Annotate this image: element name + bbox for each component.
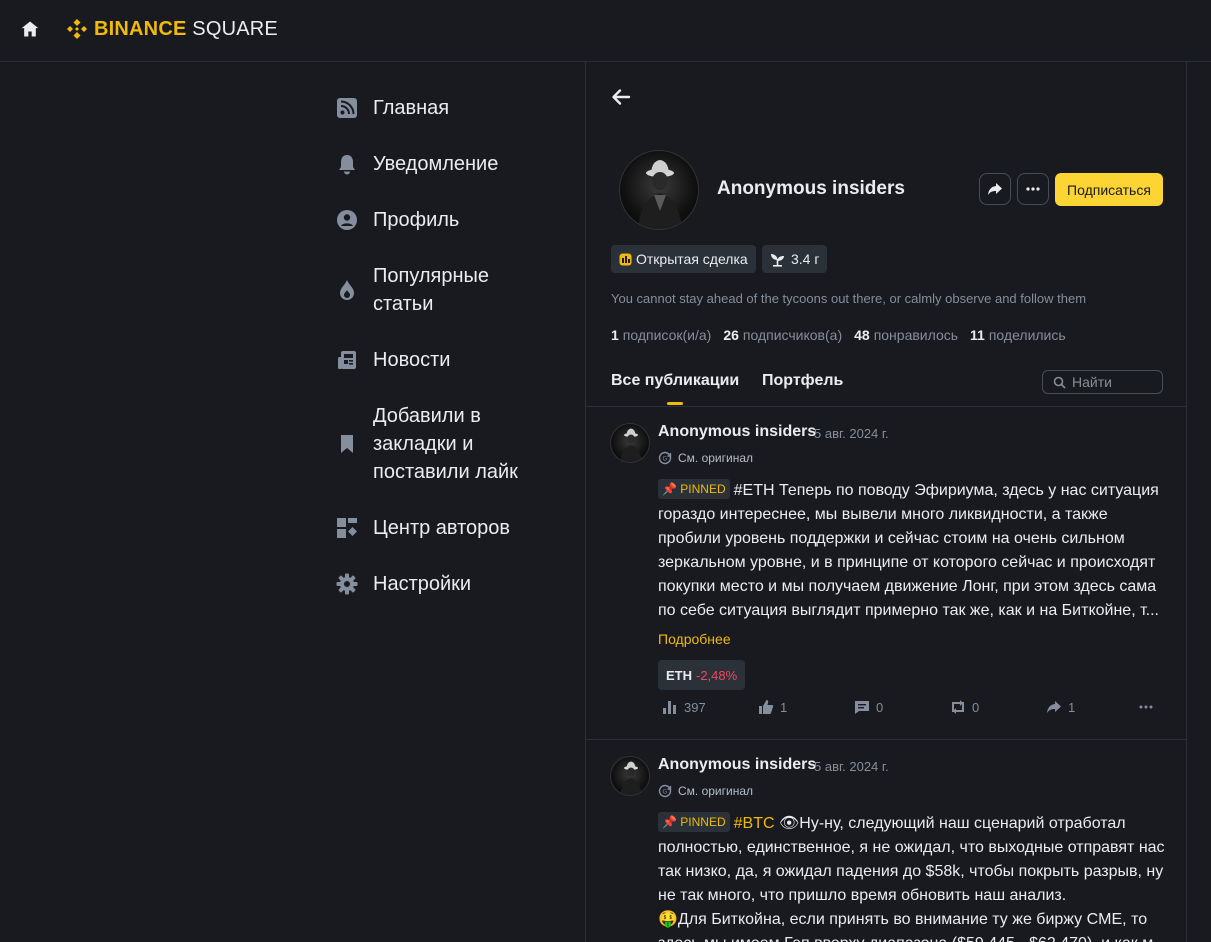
post-hashtag[interactable]: #ETH: [734, 482, 775, 499]
hooded-figure-icon: [620, 761, 642, 795]
coin-tag-eth[interactable]: ETH -2,48%: [658, 660, 746, 690]
sidebar-item-news[interactable]: Новости: [336, 346, 566, 374]
sprout-icon: [771, 253, 784, 267]
home-icon[interactable]: [20, 19, 40, 39]
sidebar-item-settings[interactable]: Настройки: [336, 570, 566, 598]
liked-stat: 48 понравилось: [854, 327, 959, 343]
bell-icon: [336, 153, 358, 175]
post-text-continued: 🤑Для Биткойна, если принять во внимание …: [658, 911, 1153, 942]
sidebar-item-popular[interactable]: Популярные статьи: [336, 262, 566, 318]
profile-stats: 1 подписок(и/а) 26 подписчиков(а) 48 понрав…: [611, 327, 1078, 343]
search-box[interactable]: [1042, 370, 1163, 394]
post-body: 📌 PINNED #BTC 👁Ну-ну, следующий наш сцена…: [658, 812, 1166, 942]
post-actions: 397 1 0 0 1: [662, 699, 1162, 719]
user-icon: [336, 209, 358, 231]
back-arrow-icon[interactable]: [610, 86, 632, 108]
dashboard-icon: [336, 517, 358, 539]
feed-icon: [336, 97, 358, 119]
sidebar-item-label: Главная: [373, 97, 450, 119]
post-author-avatar[interactable]: [610, 756, 650, 796]
open-trade-label: Открытая сделка: [636, 251, 748, 267]
post-text: Теперь по поводу Эфириума, здесь у нас с…: [658, 482, 1159, 619]
coin-change: -2,48%: [696, 667, 738, 683]
profile-avatar: [619, 150, 699, 230]
sidebar-item-label: Популярные статьи: [373, 265, 490, 315]
follow-button[interactable]: Подписаться: [1055, 173, 1163, 206]
search-input[interactable]: [1072, 374, 1152, 390]
comment-button[interactable]: 0: [854, 699, 883, 715]
share-post-button[interactable]: 1: [1046, 699, 1075, 715]
sidebar-item-label: Центр авторов: [373, 517, 511, 539]
svg-text:G: G: [663, 456, 668, 463]
following-stat[interactable]: 1 подписок(и/а): [611, 327, 711, 343]
gear-icon: [336, 573, 358, 595]
more-dots-icon: [1139, 705, 1153, 709]
comment-icon: [855, 701, 869, 714]
open-trade-badge[interactable]: Открытая сделка: [611, 245, 756, 273]
coin-symbol: ETH: [666, 667, 692, 683]
tab-portfolio[interactable]: Портфель: [762, 372, 843, 390]
more-options-button[interactable]: [1017, 173, 1049, 205]
hooded-figure-icon: [638, 160, 682, 229]
bookmark-icon: [336, 433, 358, 455]
active-tab-indicator: [667, 402, 683, 405]
profile-name: Anonymous insiders: [717, 178, 905, 199]
sidebar-item-label: Уведомление: [373, 153, 499, 175]
sidebar-item-profile[interactable]: Профиль: [336, 206, 566, 234]
tab-all-posts[interactable]: Все публикации: [611, 372, 739, 390]
post-author-name[interactable]: Anonymous insiders: [658, 756, 816, 774]
sidebar-item-creator-center[interactable]: Центр авторов: [336, 514, 566, 542]
sidebar-item-label: Добавили в закладки и поставили лайк: [373, 405, 518, 483]
translate-icon: G: [658, 784, 672, 798]
sidebar-item-label: Настройки: [373, 573, 472, 595]
post-author-name[interactable]: Anonymous insiders: [658, 423, 816, 441]
followers-stat[interactable]: 26 подписчиков(а): [723, 327, 842, 343]
sidebar-item-notifications[interactable]: Уведомление: [336, 150, 566, 178]
bar-chart-icon: [663, 701, 676, 714]
see-original-link[interactable]: G См. оригинал: [658, 784, 753, 798]
news-icon: [336, 349, 358, 371]
sidebar-item-label: Профиль: [373, 209, 460, 231]
flame-icon: [336, 279, 358, 301]
thumbs-up-icon: [759, 700, 774, 714]
shared-stat: 11 поделились: [970, 327, 1066, 343]
profile-bio: You cannot stay ahead of the tycoons out…: [611, 291, 1087, 306]
post-more-button[interactable]: [1138, 699, 1160, 715]
account-age-label: 3.4 г: [791, 251, 820, 267]
account-age-badge[interactable]: 3.4 г: [762, 245, 828, 273]
main-content: Anonymous insiders Подписаться Открытая …: [585, 62, 1187, 942]
repost-button[interactable]: 0: [950, 699, 979, 715]
binance-logo-icon: [67, 19, 87, 39]
search-icon: [1053, 376, 1066, 389]
trade-icon: [619, 253, 632, 265]
read-more-link[interactable]: Подробнее: [658, 631, 731, 647]
hooded-figure-icon: [620, 428, 642, 462]
share-arrow-icon: [988, 183, 1002, 195]
post-card[interactable]: Anonymous insiders 5 авг. 2024 г. G См. …: [586, 740, 1186, 942]
like-button[interactable]: 1: [758, 699, 787, 715]
post-date: 5 авг. 2024 г.: [814, 759, 889, 774]
pinned-badge: 📌 PINNED: [658, 479, 730, 499]
post-date: 5 авг. 2024 г.: [814, 426, 889, 441]
views-count: 397: [662, 699, 706, 715]
more-dots-icon: [1026, 187, 1040, 191]
share-button[interactable]: [979, 173, 1011, 205]
post-body: 📌 PINNED #ETH Теперь по поводу Эфириума, …: [658, 479, 1166, 623]
binance-square-logo[interactable]: BINANCE SQUARE: [64, 16, 278, 42]
top-bar: BINANCE SQUARE: [0, 0, 1211, 62]
logo-text: BINANCE SQUARE: [94, 17, 278, 40]
post-card[interactable]: Anonymous insiders 5 авг. 2024 г. G См. …: [586, 407, 1186, 739]
svg-text:G: G: [663, 789, 668, 796]
sidebar-item-bookmarks[interactable]: Добавили в закладки и поставили лайк: [336, 402, 566, 486]
translate-icon: G: [658, 451, 672, 465]
sidebar-item-label: Новости: [373, 349, 451, 371]
post-hashtag[interactable]: #BTC: [734, 815, 775, 832]
sidebar-item-home[interactable]: Главная: [336, 94, 566, 122]
see-original-link[interactable]: G См. оригинал: [658, 451, 753, 465]
pinned-badge: 📌 PINNED: [658, 812, 730, 832]
repost-icon: [952, 700, 964, 714]
post-author-avatar[interactable]: [610, 423, 650, 463]
share-arrow-icon: [1047, 701, 1061, 713]
